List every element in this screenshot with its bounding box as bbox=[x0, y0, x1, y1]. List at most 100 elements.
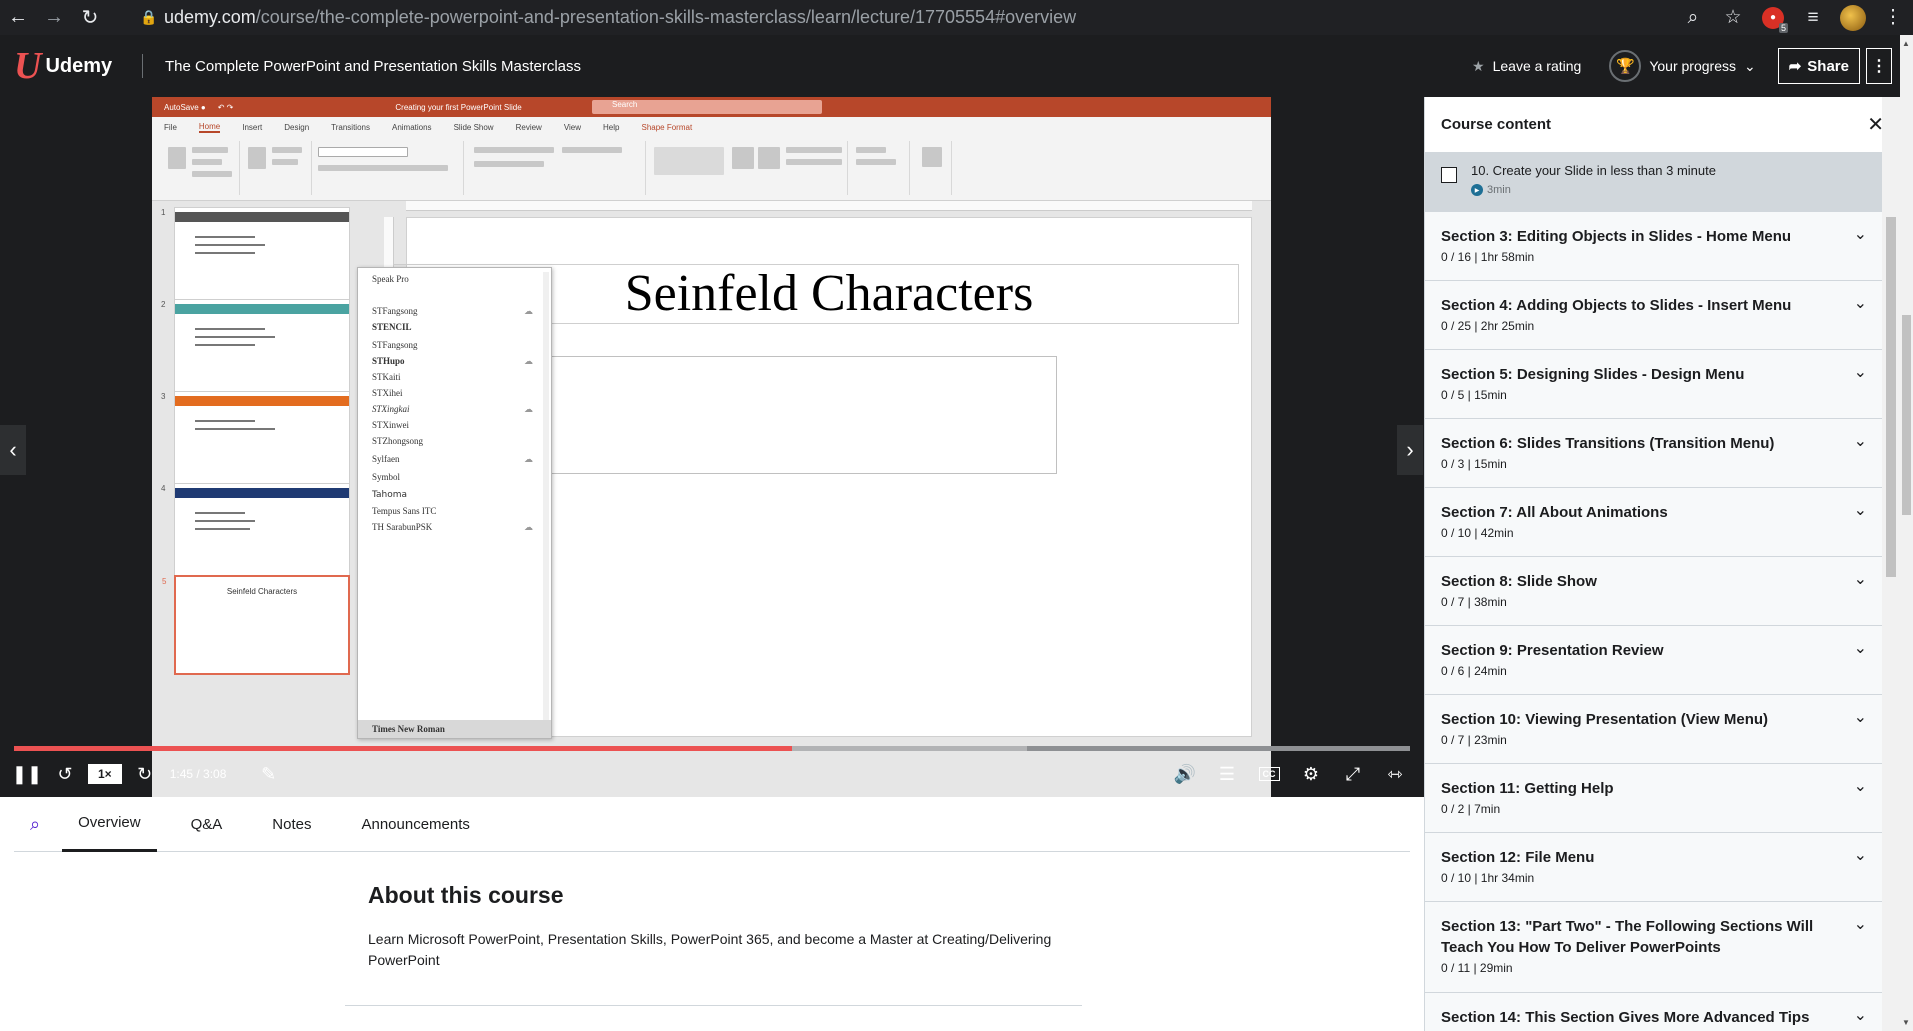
tab-qa[interactable]: Q&A bbox=[175, 797, 239, 852]
url-path: /course/the-complete-powerpoint-and-pres… bbox=[255, 7, 1077, 27]
section-item[interactable]: Section 14: This Section Gives More Adva… bbox=[1425, 993, 1883, 1031]
section-item[interactable]: Section 11: Getting Help 0 / 2 | 7min ⌄ bbox=[1425, 764, 1883, 833]
next-lecture-button[interactable]: › bbox=[1397, 425, 1423, 475]
section-item[interactable]: Section 9: Presentation Review 0 / 6 | 24… bbox=[1425, 626, 1883, 695]
pp-tab: Insert bbox=[242, 122, 263, 132]
page-scrollbar[interactable]: ▲ ▼ bbox=[1900, 35, 1913, 1031]
chevron-down-icon: ⌄ bbox=[1853, 847, 1867, 864]
scrollbar-thumb[interactable] bbox=[1886, 217, 1896, 577]
tab-announcements[interactable]: Announcements bbox=[345, 797, 485, 852]
section-item[interactable]: Section 13: "Part Two" - The Following S… bbox=[1425, 902, 1883, 993]
search-icon[interactable]: ⌕ bbox=[14, 814, 56, 835]
sidebar-scrollbar[interactable] bbox=[1882, 97, 1900, 1031]
font-item: Speak Pro bbox=[372, 274, 409, 284]
profile-avatar[interactable] bbox=[1833, 0, 1873, 35]
section-title: Section 5: Designing Slides - Design Men… bbox=[1441, 366, 1745, 383]
media-controls-icon[interactable]: ≡ bbox=[1793, 0, 1833, 35]
reload-icon[interactable]: ↻ bbox=[72, 0, 108, 35]
cloud-download-icon: ☁ bbox=[524, 454, 533, 464]
section-meta: 0 / 5 | 15min bbox=[1441, 388, 1507, 402]
course-tabs: ⌕ Overview Q&A Notes Announcements bbox=[14, 797, 1410, 852]
ribbon-group-slides bbox=[242, 141, 312, 195]
volume-icon[interactable]: 🔊 bbox=[1166, 759, 1204, 789]
trophy-icon: 🏆 bbox=[1609, 50, 1642, 82]
video-controls-right: 🔊 ☰ CC ⚙ ⤢ ⇿ bbox=[1166, 754, 1414, 794]
forward-icon[interactable]: ↻ bbox=[126, 759, 164, 789]
pp-tab: Transitions bbox=[331, 122, 370, 132]
progress-dropdown[interactable]: 🏆 Your progress ⌄ bbox=[1609, 50, 1756, 82]
autosave-label: AutoSave ● bbox=[164, 102, 206, 112]
video-player[interactable]: AutoSave ● ↶ ↷ Creating your first Power… bbox=[0, 97, 1424, 797]
zoom-icon[interactable]: ⌕ bbox=[1673, 0, 1713, 35]
slide-thumbnail: 1 bbox=[161, 207, 350, 307]
section-title: Section 6: Slides Transitions (Transitio… bbox=[1441, 435, 1775, 452]
section-item[interactable]: Section 4: Adding Objects to Slides - In… bbox=[1425, 281, 1883, 350]
lecture-checkbox[interactable] bbox=[1441, 167, 1457, 183]
playback-speed-button[interactable]: 1× bbox=[88, 764, 122, 784]
video-progress-bar[interactable] bbox=[14, 746, 1410, 751]
rewind-icon[interactable]: ↺ bbox=[46, 759, 84, 789]
section-meta: 0 / 2 | 7min bbox=[1441, 802, 1501, 816]
ribbon-group-paragraph bbox=[466, 141, 646, 195]
settings-gear-icon[interactable]: ⚙ bbox=[1292, 759, 1330, 789]
star-icon: ★ bbox=[1472, 57, 1485, 74]
bookmark-star-icon[interactable]: ☆ bbox=[1713, 0, 1753, 35]
section-item[interactable]: Section 12: File Menu 0 / 10 | 1hr 34min ⌄ bbox=[1425, 833, 1883, 902]
pause-icon[interactable]: ❚❚ bbox=[8, 759, 46, 789]
section-title: Section 7: All About Animations bbox=[1441, 504, 1668, 521]
captions-button[interactable]: CC bbox=[1250, 759, 1288, 789]
scroll-down-icon[interactable]: ▼ bbox=[1902, 1018, 1910, 1027]
address-bar[interactable]: 🔒 udemy.com/course/the-complete-powerpoi… bbox=[140, 3, 1715, 32]
udemy-logo[interactable]: U Udemy bbox=[0, 47, 142, 85]
course-header: U Udemy The Complete PowerPoint and Pres… bbox=[0, 35, 1900, 97]
leave-rating-button[interactable]: ★ Leave a rating bbox=[1472, 58, 1581, 75]
browser-menu-icon[interactable]: ⋮ bbox=[1873, 0, 1913, 35]
thumbnail-title: Seinfeld Characters bbox=[226, 587, 298, 596]
fullscreen-icon[interactable]: ⤢ bbox=[1334, 759, 1372, 789]
add-note-icon[interactable]: ✎ bbox=[250, 759, 288, 789]
font-item: STFangsong bbox=[372, 306, 418, 316]
chevron-down-icon: ⌄ bbox=[1853, 1007, 1867, 1024]
share-label: Share bbox=[1807, 57, 1849, 75]
section-meta: 0 / 10 | 1hr 34min bbox=[1441, 871, 1535, 885]
font-item: Symbol bbox=[372, 472, 401, 482]
chevron-down-icon: ⌄ bbox=[1853, 571, 1867, 588]
section-item[interactable]: Section 7: All About Animations 0 / 10 | … bbox=[1425, 488, 1883, 557]
section-meta: 0 / 16 | 1hr 58min bbox=[1441, 250, 1535, 264]
ribbon-group-font bbox=[314, 141, 464, 195]
more-options-button[interactable]: ⋮ bbox=[1866, 48, 1892, 84]
current-lecture[interactable]: 10. Create your Slide in less than 3 min… bbox=[1425, 153, 1900, 212]
slide-thumbnail: 2 bbox=[161, 299, 350, 399]
chevron-down-icon: ⌄ bbox=[1853, 226, 1867, 243]
chevron-down-icon: ⌄ bbox=[1743, 57, 1756, 74]
section-item[interactable]: Section 6: Slides Transitions (Transitio… bbox=[1425, 419, 1883, 488]
video-time: 1:45 / 3:08 bbox=[169, 767, 227, 781]
share-button[interactable]: ➦ Share bbox=[1777, 48, 1860, 84]
chevron-down-icon: ⌄ bbox=[1853, 709, 1867, 726]
section-item[interactable]: Section 10: Viewing Presentation (View M… bbox=[1425, 695, 1883, 764]
forward-icon[interactable]: → bbox=[36, 0, 72, 35]
section-item[interactable]: Section 3: Editing Objects in Slides - H… bbox=[1425, 212, 1883, 281]
logo-text: Udemy bbox=[45, 54, 113, 77]
section-title: Section 12: File Menu bbox=[1441, 849, 1595, 866]
tab-notes[interactable]: Notes bbox=[256, 797, 327, 852]
extension-badge-count: 5 bbox=[1778, 22, 1788, 33]
about-heading: About this course bbox=[368, 882, 564, 908]
course-title[interactable]: The Complete PowerPoint and Presentation… bbox=[165, 58, 1472, 75]
pp-tab-home: Home bbox=[198, 121, 221, 133]
chevron-down-icon: ⌄ bbox=[1853, 295, 1867, 312]
section-item[interactable]: Section 5: Designing Slides - Design Men… bbox=[1425, 350, 1883, 419]
transcript-icon[interactable]: ☰ bbox=[1208, 759, 1246, 789]
previous-lecture-button[interactable]: ‹ bbox=[0, 425, 26, 475]
course-content-sidebar: Course content ✕ 10. Create your Slide i… bbox=[1424, 97, 1900, 1031]
scrollbar-thumb[interactable] bbox=[1902, 315, 1911, 515]
extension-icon[interactable]: ● 5 bbox=[1753, 0, 1793, 35]
tab-overview[interactable]: Overview bbox=[62, 797, 157, 852]
expand-width-icon[interactable]: ⇿ bbox=[1376, 759, 1414, 789]
horizontal-ruler bbox=[406, 201, 1252, 211]
pp-tab: Review bbox=[515, 122, 542, 132]
section-item[interactable]: Section 8: Slide Show 0 / 7 | 38min ⌄ bbox=[1425, 557, 1883, 626]
section-title: Section 3: Editing Objects in Slides - H… bbox=[1441, 228, 1792, 245]
scroll-up-icon[interactable]: ▲ bbox=[1902, 39, 1910, 48]
back-icon[interactable]: ← bbox=[0, 0, 36, 35]
